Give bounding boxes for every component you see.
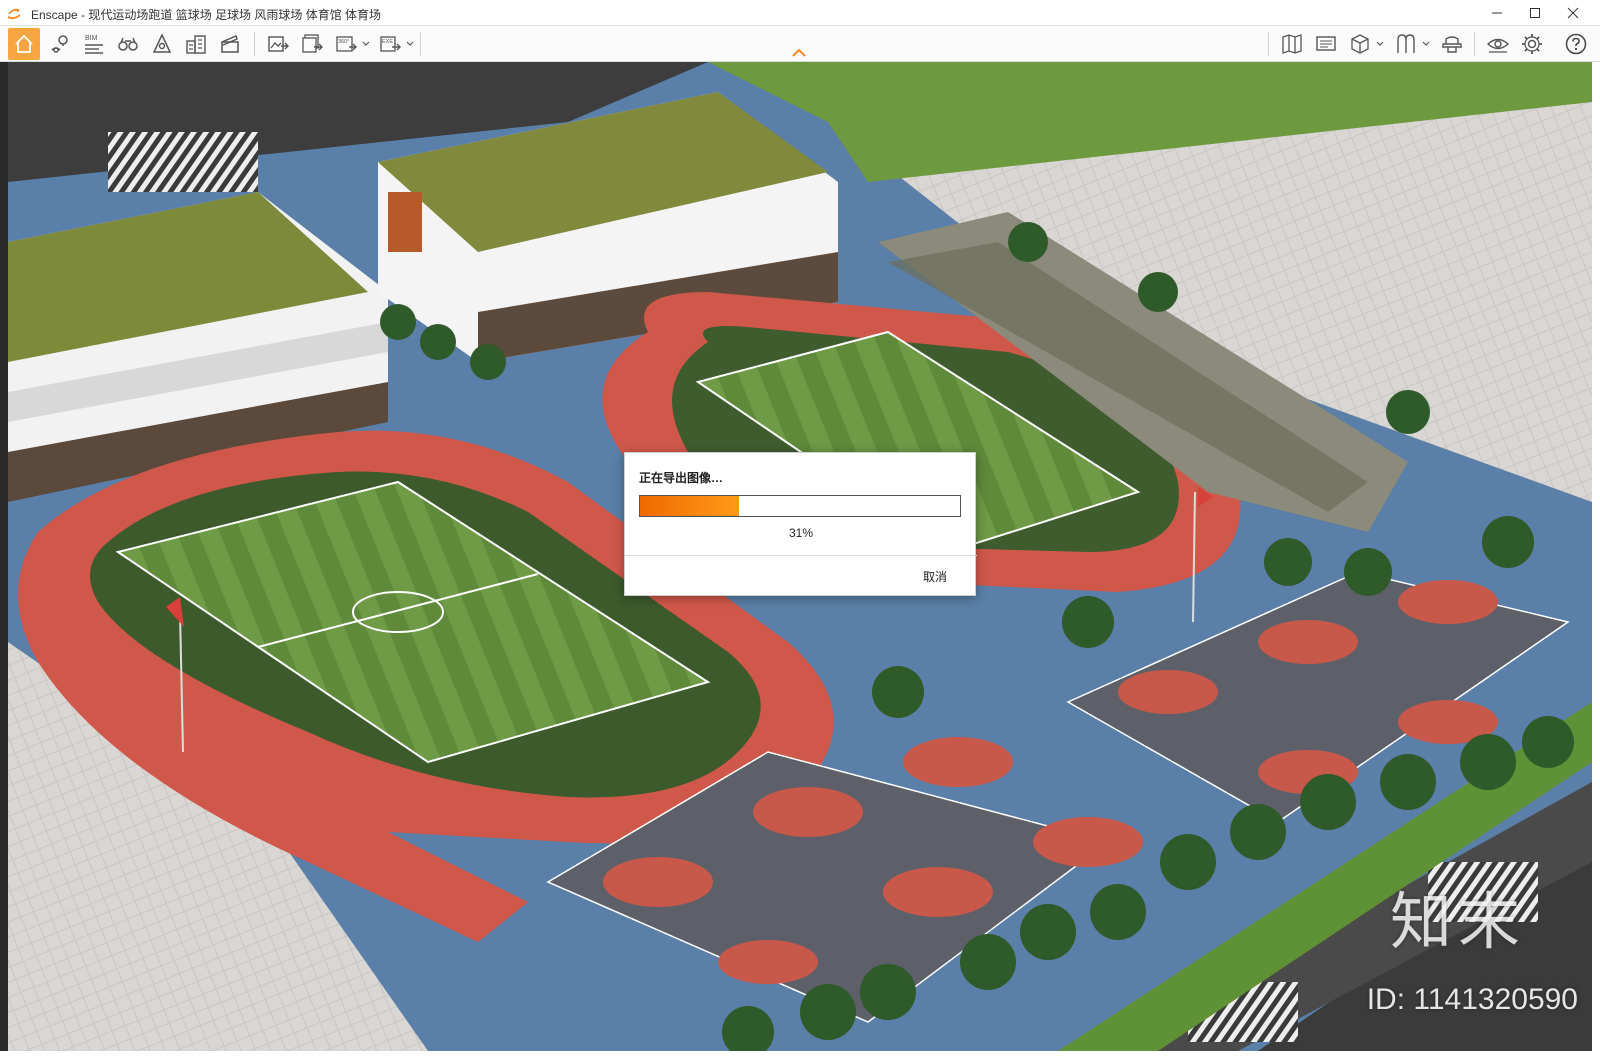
cube-menu-chevron-down-icon[interactable] [1376,40,1384,48]
maximize-icon [1530,8,1540,18]
close-icon [1567,7,1579,19]
enscape-logo-icon [8,8,20,20]
asset-library-icon [1397,34,1415,53]
watermark-brand-logo: 知末 [1389,885,1526,958]
bim-button[interactable]: BIM [78,28,110,60]
svg-text:360°: 360° [338,39,349,45]
hat-icon [1442,36,1462,53]
cube-button[interactable] [1344,28,1376,60]
walk-mode-button[interactable] [112,28,144,60]
export-image-button[interactable] [262,28,294,60]
cube-icon [1351,34,1369,54]
export-exe-icon: EXE [380,36,401,52]
screen-button[interactable] [1310,28,1342,60]
window-title: Enscape - 现代运动场跑道 篮球场 足球场 风雨球场 体育馆 体育场 [31,8,382,22]
title-bar: Enscape - 现代运动场跑道 篮球场 足球场 风雨球场 体育馆 体育场 [0,0,1600,26]
minimize-icon [1492,12,1502,14]
binoculars-icon [118,37,138,51]
progress-bar-fill [640,496,739,516]
svg-text:EXE: EXE [382,39,393,45]
settings-icon [1522,34,1542,54]
asset-library-button[interactable] [1390,28,1422,60]
screen-icon [1316,36,1336,51]
settings-button[interactable] [1516,28,1548,60]
buildings-icon [186,35,206,54]
toolbar-separator [1268,32,1269,56]
export-image-icon [268,36,289,52]
buildings-button[interactable] [180,28,212,60]
asset-menu-chevron-down-icon[interactable] [1422,40,1430,48]
home-icon [15,34,33,53]
light-view-button[interactable] [146,28,178,60]
batch-export-icon [302,34,323,53]
watermark-id: ID: 1141320590 [1366,983,1578,1016]
visual-settings-icon [1486,38,1510,53]
map-button[interactable] [1276,28,1308,60]
progress-bar [639,495,961,517]
panorama-button[interactable]: 360° [330,28,362,60]
hat-button[interactable] [1436,28,1468,60]
exe-menu-chevron-down-icon[interactable] [406,40,414,48]
progress-percent: 31% [788,526,814,540]
window-border [1592,62,1600,1057]
help-icon [1565,33,1587,55]
cancel-button[interactable]: 取消 [911,565,959,587]
window-border [0,1051,1600,1057]
toolbar-separator [254,32,255,56]
enscape-window: Enscape - 现代运动场跑道 篮球场 足球场 风雨球场 体育馆 体育场 B… [0,0,1600,1057]
map-pin-icon [51,35,68,53]
video-editor-button[interactable] [214,28,246,60]
views-button[interactable] [44,28,76,60]
bim-icon: BIM [85,35,103,54]
dialog-title: 正在导出图像… [639,471,724,485]
export-progress-dialog: 正在导出图像… 31% 取消 [624,452,977,596]
dialog-divider [625,555,977,556]
chevron-up-icon[interactable] [792,48,806,58]
help-button[interactable] [1560,28,1592,60]
home-button[interactable] [8,28,40,60]
batch-export-button[interactable] [296,28,328,60]
toolbar-separator [1474,32,1475,56]
toolbar-separator [420,32,421,56]
clapperboard-icon [221,35,239,53]
panorama-360-icon: 360° [336,36,357,52]
light-view-icon [152,33,172,53]
svg-text:BIM: BIM [85,35,98,42]
export-exe-button[interactable]: EXE [374,28,406,60]
map-icon [1282,34,1302,54]
visual-settings-button[interactable] [1482,28,1514,60]
panorama-menu-chevron-down-icon[interactable] [362,40,370,48]
close-button[interactable] [1550,0,1596,26]
